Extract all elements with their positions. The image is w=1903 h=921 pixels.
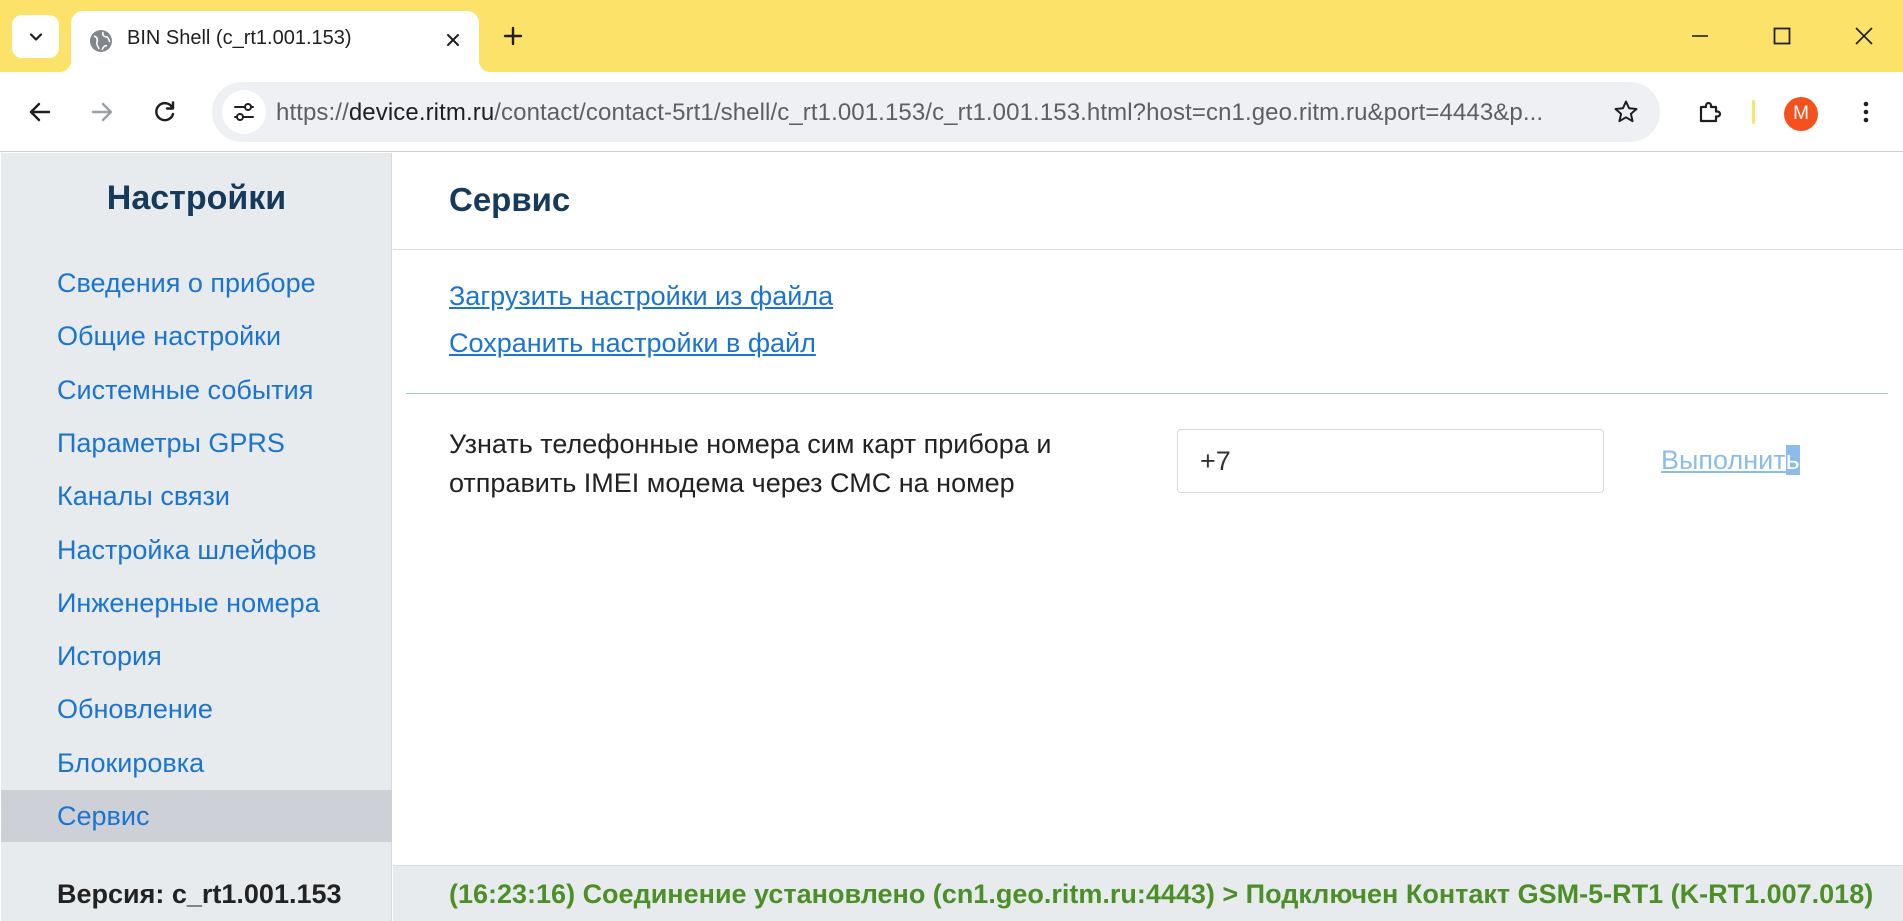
close-icon: [447, 34, 459, 46]
forward-button[interactable]: [80, 90, 124, 134]
toolbar-divider: [1752, 100, 1755, 124]
execute-link-text: Выполнит: [1661, 445, 1786, 475]
sidebar-item-history[interactable]: История: [1, 630, 392, 682]
url-prefix: https://: [276, 99, 349, 126]
page: Настройки Сведения о приборе Общие настро…: [0, 153, 1903, 921]
minimize-icon: [1692, 35, 1708, 37]
browser-toolbar: https://device.ritm.ru/contact/contact-5…: [0, 72, 1903, 152]
sidebar-title: Настройки: [106, 179, 287, 217]
star-icon: [1614, 100, 1638, 123]
site-info-button[interactable]: [222, 90, 266, 134]
url-text[interactable]: https://device.ritm.ru/contact/contact-5…: [276, 99, 1576, 127]
main-panel: Сервис Загрузить настройки из файла Сохр…: [393, 153, 1903, 921]
sidebar-item-general-settings[interactable]: Общие настройки: [1, 310, 392, 362]
address-bar[interactable]: https://device.ritm.ru/contact/contact-5…: [212, 82, 1660, 142]
arrow-right-icon: [91, 102, 113, 122]
sidebar-item-comm-channels[interactable]: Каналы связи: [1, 470, 392, 522]
url-path: /contact/contact-5rt1/shell/c_rt1.001.15…: [494, 99, 1544, 126]
tab-title: BIN Shell (c_rt1.001.153): [127, 27, 352, 49]
chevron-down-icon: [29, 32, 42, 41]
reload-icon: [155, 101, 175, 122]
sidebar-item-update[interactable]: Обновление: [1, 683, 392, 735]
sidebar-item-service[interactable]: Сервис: [1, 790, 392, 842]
browser-menu-button[interactable]: [1844, 90, 1888, 134]
globe-icon: [90, 30, 112, 52]
maximize-button[interactable]: [1754, 10, 1810, 62]
reload-button[interactable]: [143, 90, 187, 134]
browser-tab-strip: BIN Shell (c_rt1.001.153): [0, 0, 1903, 72]
firmware-version: Версия: c_rt1.001.153: [57, 879, 342, 909]
sidebar-item-gprs-params[interactable]: Параметры GPRS: [1, 417, 392, 469]
plus-icon: [503, 26, 523, 46]
phone-number-input[interactable]: [1177, 429, 1604, 493]
sidebar-item-engineer-numbers[interactable]: Инженерные номера: [1, 577, 392, 629]
url-host: device.ritm.ru: [348, 99, 495, 126]
close-icon: [1855, 27, 1873, 45]
sidebar-item-system-events[interactable]: Системные события: [1, 364, 392, 416]
profile-avatar[interactable]: M: [1784, 97, 1818, 131]
arrow-left-icon: [29, 102, 51, 122]
extensions-button[interactable]: [1688, 90, 1732, 134]
maximize-icon: [1773, 27, 1791, 45]
more-vertical-icon: [1863, 101, 1869, 123]
settings-sidebar: Настройки Сведения о приборе Общие настро…: [1, 153, 392, 921]
tune-icon: [234, 103, 254, 121]
execute-link[interactable]: Выполнить: [1661, 445, 1800, 476]
save-settings-link[interactable]: Сохранить настройки в файл: [449, 328, 816, 359]
sidebar-item-loop-settings[interactable]: Настройка шлейфов: [1, 524, 392, 576]
minimize-button[interactable]: [1672, 10, 1728, 62]
back-button[interactable]: [18, 90, 62, 134]
execute-link-selected-text: ь: [1785, 445, 1800, 475]
bookmark-button[interactable]: [1606, 92, 1646, 132]
window-close-button[interactable]: [1836, 10, 1892, 62]
new-tab-button[interactable]: [493, 16, 533, 56]
section-divider: [406, 393, 1888, 394]
connection-status: (16:23:16) Соединение установлено (cn1.g…: [449, 879, 1874, 909]
title-divider: [393, 249, 1903, 250]
tab-close-button[interactable]: [439, 26, 467, 54]
status-bar: (16:23:16) Соединение установлено (cn1.g…: [393, 865, 1903, 921]
tab-search-button[interactable]: [12, 15, 59, 58]
load-settings-link[interactable]: Загрузить настройки из файла: [449, 281, 833, 312]
sidebar-item-lock[interactable]: Блокировка: [1, 737, 392, 789]
page-title: Сервис: [449, 181, 571, 218]
sidebar-item-device-info[interactable]: Сведения о приборе: [1, 257, 392, 309]
browser-tab-active[interactable]: BIN Shell (c_rt1.001.153): [59, 11, 491, 72]
imei-sms-label: Узнать телефонные номера сим карт прибор…: [449, 429, 1052, 498]
puzzle-icon: [1699, 101, 1722, 123]
